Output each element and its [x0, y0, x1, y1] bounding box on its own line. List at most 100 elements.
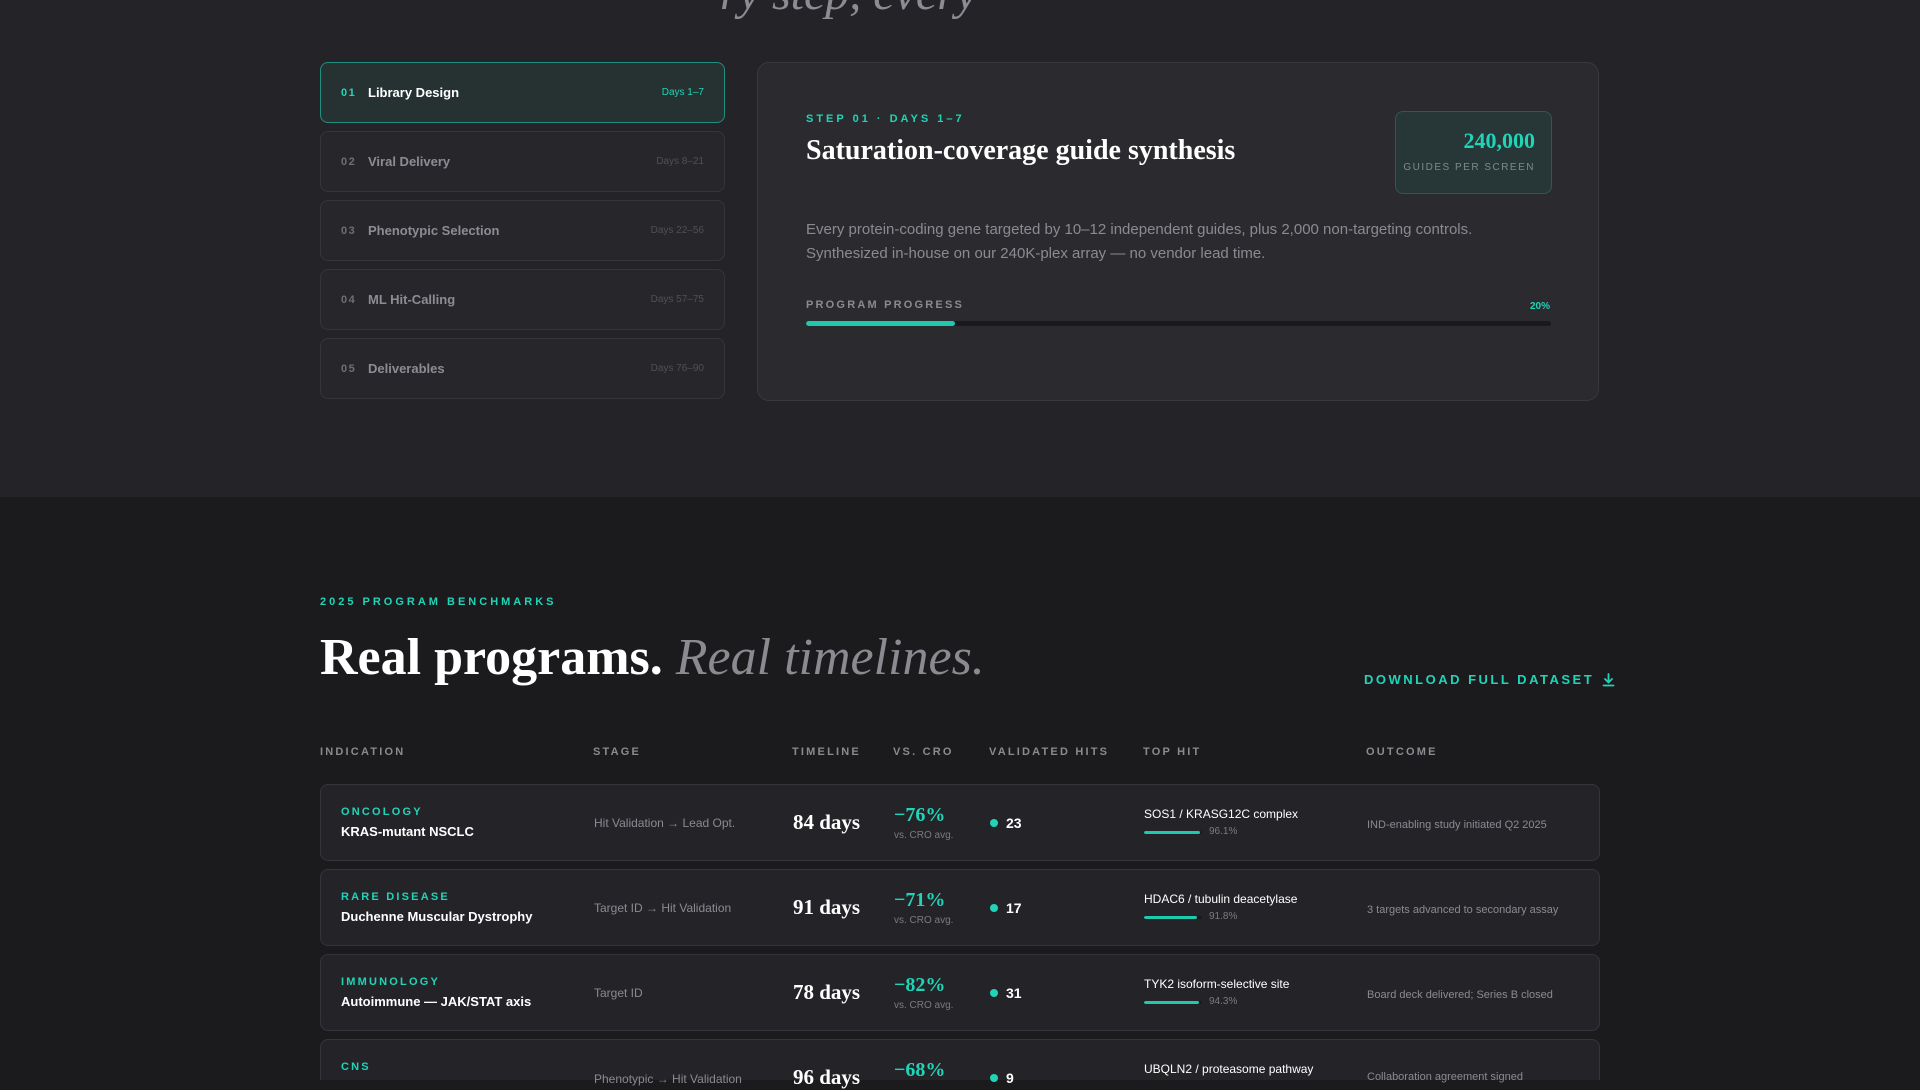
stat-value: 240,000: [1463, 128, 1536, 153]
table-row[interactable]: ONCOLOGY KRAS-mutant NSCLC Hit Validatio…: [320, 784, 1600, 861]
indication: Duchenne Muscular Dystrophy: [341, 909, 533, 924]
step-eyebrow: STEP 01 · DAYS 1–7: [806, 113, 965, 125]
step-days: Days 22–56: [650, 225, 704, 236]
timeline: 96 days: [793, 1065, 861, 1089]
benchmarks-title: Real programs. Real timelines.: [320, 628, 985, 687]
step-detail-card: STEP 01 · DAYS 1–7 Saturation-coverage g…: [757, 62, 1599, 401]
therapeutic-area: ONCOLOGY: [341, 806, 423, 818]
status-dot-icon: [990, 989, 998, 997]
therapeutic-area: CNS: [341, 1061, 371, 1073]
top-hit: UBQLN2 / proteasome pathway: [1144, 1062, 1314, 1076]
validated-hits: 17: [1006, 900, 1022, 916]
status-dot-icon: [990, 904, 998, 912]
section-heading-partial: ry step, every: [720, 0, 977, 21]
stat-box: 240,000 GUIDES PER SCREEN: [1395, 111, 1552, 194]
table-row[interactable]: IMMUNOLOGY Autoimmune — JAK/STAT axis Ta…: [320, 954, 1600, 1031]
step-name: Viral Delivery: [368, 154, 451, 169]
step-days: Days 1–7: [661, 87, 704, 98]
confidence-bar: [1144, 831, 1202, 834]
validated-hits: 9: [1006, 1070, 1014, 1086]
progress-fill: [806, 321, 955, 326]
step-title: Saturation-coverage guide synthesis: [806, 135, 1236, 166]
top-hit: HDAC6 / tubulin deacetylase: [1144, 892, 1298, 906]
stage: Phenotypic → Hit Validation: [594, 1072, 742, 1086]
title-italic: Real timelines.: [675, 629, 985, 686]
column-header-indication: INDICATION: [320, 746, 406, 758]
step-days: Days 57–75: [650, 294, 704, 305]
step-item-phenotypic-selection[interactable]: 03 Phenotypic Selection Days 22–56: [320, 200, 725, 261]
title-bold: Real programs.: [320, 629, 663, 686]
step-list: 01 Library Design Days 1–7 02 Viral Deli…: [320, 62, 725, 407]
stage: Hit Validation → Lead Opt.: [594, 816, 736, 830]
vs-cro: −68%: [894, 1059, 946, 1081]
stage: Target ID → Hit Validation: [594, 901, 732, 915]
column-header-timeline: TIMELINE: [792, 746, 861, 758]
vs-cro: −82%: [894, 974, 946, 996]
step-number: 05: [341, 362, 357, 375]
process-section: ry step, every 01 Library Design Days 1–…: [0, 0, 1920, 497]
step-item-library-design[interactable]: 01 Library Design Days 1–7: [320, 62, 725, 123]
confidence-value: 94.3%: [1209, 996, 1238, 1007]
table-row[interactable]: RARE DISEASE Duchenne Muscular Dystrophy…: [320, 869, 1600, 946]
outcome: Board deck delivered; Series B closed: [1367, 989, 1553, 1001]
therapeutic-area: IMMUNOLOGY: [341, 976, 440, 988]
download-label: DOWNLOAD FULL DATASET: [1364, 672, 1595, 687]
step-item-deliverables[interactable]: 05 Deliverables Days 76–90: [320, 338, 725, 399]
step-number: 01: [341, 86, 357, 99]
status-dot-icon: [990, 819, 998, 827]
progress-percent: 20%: [1529, 301, 1550, 312]
stage: Target ID: [594, 986, 643, 1000]
download-dataset-link[interactable]: DOWNLOAD FULL DATASET: [1364, 672, 1615, 687]
outcome: 3 targets advanced to secondary assay: [1367, 904, 1559, 916]
outcome: IND-enabling study initiated Q2 2025: [1367, 819, 1547, 831]
column-header-validated-hits: VALIDATED HITS: [989, 746, 1110, 758]
table-header: INDICATION STAGE TIMELINE VS. CRO VALIDA…: [320, 746, 1600, 760]
step-item-viral-delivery[interactable]: 02 Viral Delivery Days 8–21: [320, 131, 725, 192]
confidence-value: 96.1%: [1209, 826, 1238, 837]
step-days: Days 8–21: [656, 156, 704, 167]
confidence-fill: [1144, 916, 1198, 919]
vs-cro: −76%: [894, 804, 946, 826]
step-item-ml-hit-calling[interactable]: 04 ML Hit-Calling Days 57–75: [320, 269, 725, 330]
outcome: Collaboration agreement signed: [1367, 1071, 1523, 1083]
step-name: Deliverables: [368, 361, 445, 376]
vs-cro: −71%: [894, 889, 946, 911]
confidence-bar: [1144, 916, 1202, 919]
progress-label: PROGRAM PROGRESS: [806, 299, 965, 311]
top-hit: TYK2 isoform-selective site: [1144, 977, 1290, 991]
download-icon: [1602, 672, 1615, 686]
benchmarks-eyebrow: 2025 PROGRAM BENCHMARKS: [320, 596, 557, 608]
vs-cro-note: vs. CRO avg.: [894, 830, 954, 841]
validated-hits: 23: [1006, 815, 1022, 831]
timeline: 91 days: [793, 895, 861, 919]
confidence-fill: [1144, 1001, 1199, 1004]
confidence-fill: [1144, 831, 1200, 834]
step-name: Library Design: [368, 85, 460, 100]
indication: KRAS-mutant NSCLC: [341, 824, 474, 839]
progress-bar: [806, 321, 1551, 326]
step-days: Days 76–90: [650, 363, 704, 374]
step-name: ML Hit-Calling: [368, 292, 456, 307]
timeline: 84 days: [793, 810, 861, 834]
step-number: 03: [341, 224, 357, 237]
confidence-value: 91.8%: [1209, 911, 1238, 922]
column-header-outcome: OUTCOME: [1366, 746, 1438, 758]
step-number: 04: [341, 293, 357, 306]
timeline: 78 days: [793, 980, 861, 1004]
step-description: Every protein-coding gene targeted by 10…: [806, 221, 1473, 262]
stat-label: GUIDES PER SCREEN: [1403, 162, 1535, 173]
confidence-bar: [1144, 1001, 1202, 1004]
top-hit: SOS1 / KRASG12C complex: [1144, 807, 1299, 821]
column-header-stage: STAGE: [593, 746, 642, 758]
column-header-top-hit: TOP HIT: [1143, 746, 1202, 758]
column-header-vs-cro: VS. CRO: [893, 746, 954, 758]
step-number: 02: [341, 155, 357, 168]
vs-cro-note: vs. CRO avg.: [894, 1000, 954, 1011]
indication: Autoimmune — JAK/STAT axis: [341, 994, 532, 1009]
therapeutic-area: RARE DISEASE: [341, 891, 450, 903]
validated-hits: 31: [1006, 985, 1022, 1001]
table-row[interactable]: CNS Phenotypic → Hit Validation 96 days …: [320, 1039, 1600, 1089]
vs-cro-note: vs. CRO avg.: [894, 915, 954, 926]
step-name: Phenotypic Selection: [368, 223, 500, 238]
status-dot-icon: [990, 1074, 998, 1082]
